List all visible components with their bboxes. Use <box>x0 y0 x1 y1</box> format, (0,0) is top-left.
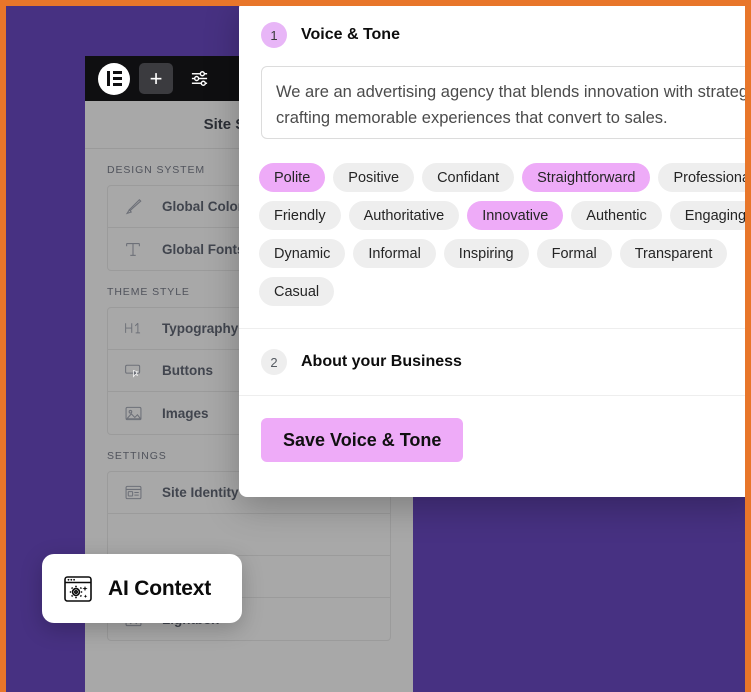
step-badge-2: 2 <box>261 349 287 375</box>
text-t-icon <box>122 238 144 260</box>
elementor-logo-icon[interactable] <box>98 63 130 95</box>
ai-context-label: AI Context <box>108 577 211 601</box>
editor-canvas: + Site Settings DESIGN SYSTEM <box>6 6 745 692</box>
tone-chip[interactable]: Professional <box>658 163 745 192</box>
tone-chip[interactable]: Engaging <box>670 201 745 230</box>
sidebar-item-label: Buttons <box>162 363 213 378</box>
section-header-voice-tone[interactable]: 1 Voice & Tone <box>239 6 745 48</box>
site-identity-icon <box>122 482 144 504</box>
sidebar-item-label: Global Fonts <box>162 242 245 257</box>
plus-icon: + <box>150 68 163 90</box>
sidebar-item-hidden[interactable] <box>108 514 390 556</box>
section-title: Voice & Tone <box>301 26 400 44</box>
modal-footer: Save Voice & Tone <box>239 396 745 462</box>
tone-chip[interactable]: Polite <box>259 163 325 192</box>
sidebar-item-label: Global Colors <box>162 199 251 214</box>
tone-chip[interactable]: Informal <box>353 239 435 268</box>
site-settings-button[interactable] <box>182 63 216 94</box>
sidebar-item-label: Images <box>162 406 209 421</box>
sliders-icon <box>190 69 209 88</box>
sidebar-item-label: Typography <box>162 321 238 336</box>
tone-chip[interactable]: Innovative <box>467 201 563 230</box>
voice-textarea-wrap <box>239 48 745 139</box>
save-voice-tone-button[interactable]: Save Voice & Tone <box>261 418 463 462</box>
tone-chip[interactable]: Dynamic <box>259 239 345 268</box>
section-title: About your Business <box>301 353 462 371</box>
hidden-row-icon <box>122 524 144 546</box>
tone-chip[interactable]: Authoritative <box>349 201 460 230</box>
tone-chip[interactable]: Inspiring <box>444 239 529 268</box>
button-cursor-icon <box>122 360 144 382</box>
paintbrush-icon <box>122 196 144 218</box>
voice-tone-input[interactable] <box>261 66 745 139</box>
tone-chip[interactable]: Formal <box>537 239 612 268</box>
tone-chip[interactable]: Transparent <box>620 239 728 268</box>
sidebar-item-label: Site Identity <box>162 485 239 500</box>
tone-chip-group: Polite Positive Confidant Straightforward Pr… <box>239 139 745 328</box>
tone-chip[interactable]: Casual <box>259 277 334 306</box>
screenshot-frame: + Site Settings DESIGN SYSTEM <box>0 0 751 692</box>
ai-context-chip[interactable]: AI Context <box>42 554 242 623</box>
section-header-about-business[interactable]: 2 About your Business <box>239 329 745 395</box>
ai-context-window-gear-icon <box>62 573 94 605</box>
tone-chip[interactable]: Confidant <box>422 163 514 192</box>
add-element-button[interactable]: + <box>139 63 173 94</box>
ai-context-modal: 1 Voice & Tone Polite Positive Confidant St… <box>239 6 745 497</box>
tone-chip[interactable]: Authentic <box>571 201 661 230</box>
tone-chip[interactable]: Friendly <box>259 201 341 230</box>
tone-chip[interactable]: Positive <box>333 163 414 192</box>
image-icon <box>122 402 144 424</box>
heading-h1-icon <box>122 318 144 340</box>
step-badge-1: 1 <box>261 22 287 48</box>
tone-chip[interactable]: Straightforward <box>522 163 650 192</box>
